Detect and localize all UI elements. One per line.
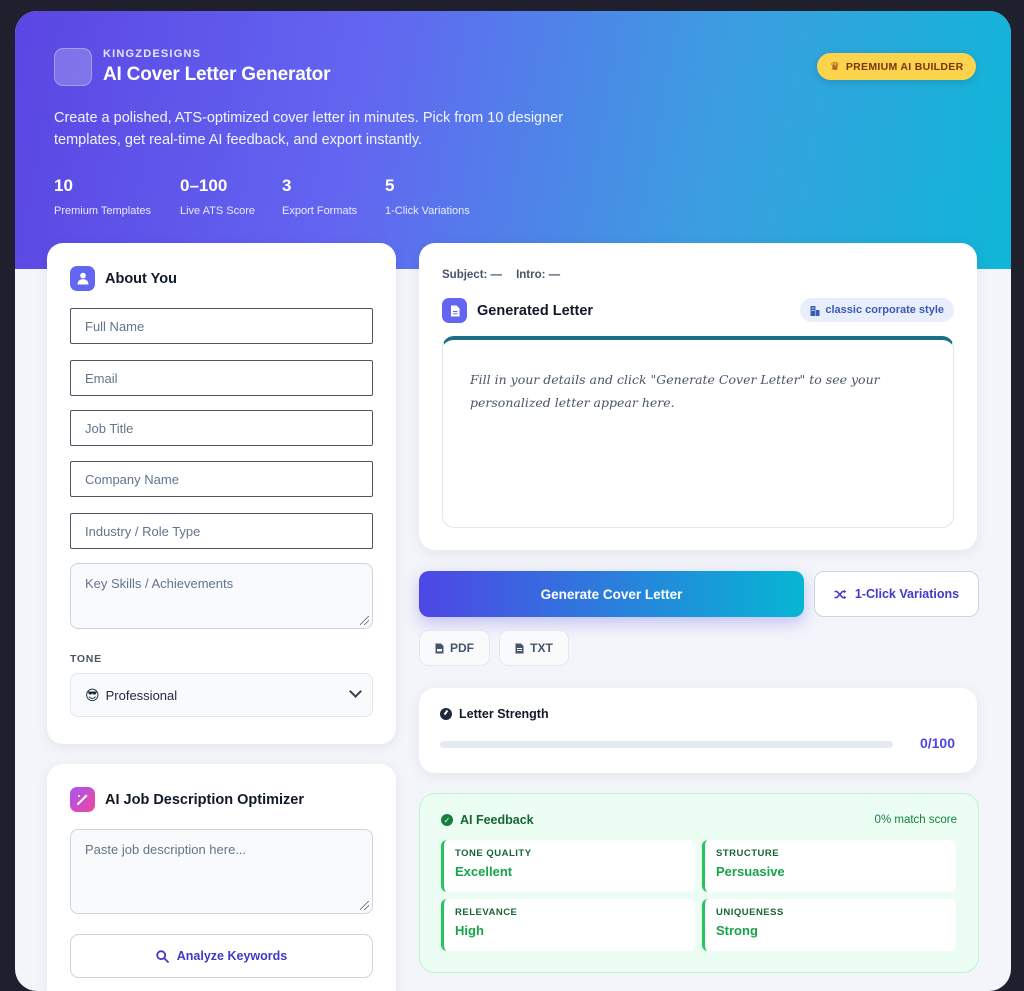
- ai-feedback-header: ✓ AI Feedback: [441, 813, 534, 827]
- resize-handle[interactable]: [360, 616, 369, 625]
- letter-strength-title: Letter Strength: [459, 707, 549, 721]
- stat-export-formats: 3 Export Formats: [282, 176, 357, 217]
- feedback-key: STRUCTURE: [716, 848, 780, 859]
- feedback-key: RELEVANCE: [455, 907, 518, 918]
- about-you-card: About You Full Name Email Job Title Comp…: [47, 243, 396, 744]
- feedback-value: High: [455, 923, 484, 938]
- strength-score: 0/100: [919, 735, 955, 751]
- feedback-value: Persuasive: [716, 864, 785, 879]
- industry-input[interactable]: Industry / Role Type: [70, 513, 373, 549]
- generated-letter-card: Subject: — Intro: — Generated Letter cla…: [419, 243, 977, 550]
- letter-preview: Fill in your details and click "Generate…: [442, 336, 954, 528]
- tone-value: Professional: [105, 687, 178, 703]
- tone-select[interactable]: 😎 Professional: [70, 673, 373, 717]
- stat-value: 10: [54, 176, 73, 195]
- generate-cover-letter-button[interactable]: Generate Cover Letter: [419, 571, 804, 617]
- logo: [54, 48, 92, 86]
- match-score: 0% match score: [874, 814, 957, 826]
- email-input[interactable]: Email: [70, 360, 373, 396]
- job-description-placeholder: Paste job description here...: [85, 842, 247, 857]
- job-title-input[interactable]: Job Title: [70, 410, 373, 446]
- brand-name: KINGZDESIGNS: [103, 48, 202, 60]
- stat-label: Premium Templates: [54, 205, 151, 217]
- style-chip: classic corporate style: [800, 298, 954, 322]
- search-icon: [156, 949, 169, 963]
- hero-description: Create a polished, ATS-optimized cover l…: [54, 110, 564, 148]
- skills-textarea[interactable]: Key Skills / Achievements: [70, 563, 373, 629]
- style-chip-label: classic corporate style: [825, 304, 944, 316]
- pdf-file-icon: [435, 643, 444, 653]
- feedback-tile-relevance: RELEVANCE High: [441, 899, 695, 951]
- text-file-icon: [515, 643, 524, 653]
- user-icon: [70, 266, 95, 291]
- company-name-input[interactable]: Company Name: [70, 461, 373, 497]
- feedback-key: UNIQUENESS: [716, 907, 784, 918]
- feedback-tile-structure: STRUCTURE Persuasive: [702, 840, 956, 892]
- tone-emoji: 😎: [85, 686, 100, 703]
- generated-letter-header: Generated Letter: [442, 298, 593, 323]
- ai-feedback-title: AI Feedback: [460, 813, 534, 827]
- about-you-header: About You: [70, 266, 177, 291]
- intro-label: Intro: —: [516, 269, 561, 281]
- premium-badge-label: PREMIUM AI BUILDER: [845, 60, 964, 73]
- feedback-tile-uniqueness: UNIQUENESS Strong: [702, 899, 956, 951]
- feedback-key: TONE QUALITY: [455, 848, 532, 859]
- feedback-value: Strong: [716, 923, 758, 938]
- stat-label: 1-Click Variations: [385, 205, 470, 217]
- shuffle-icon: [834, 589, 847, 599]
- hero-header: KINGZDESIGNS AI Cover Letter Generator ♛…: [15, 11, 1011, 269]
- document-icon: [442, 298, 467, 323]
- chevron-down-icon: [349, 685, 362, 698]
- export-pdf-label: PDF: [450, 641, 474, 655]
- stat-ats-score: 0–100 Live ATS Score: [180, 176, 255, 217]
- stat-templates: 10 Premium Templates: [54, 176, 151, 217]
- stat-label: Live ATS Score: [180, 205, 255, 217]
- job-description-textarea[interactable]: Paste job description here...: [70, 829, 373, 914]
- strength-progress-bar: [440, 741, 893, 748]
- optimizer-header: AI Job Description Optimizer: [70, 787, 304, 812]
- stat-value: 0–100: [180, 176, 228, 195]
- full-name-input[interactable]: Full Name: [70, 308, 373, 344]
- page-title: AI Cover Letter Generator: [103, 64, 331, 85]
- subject-label: Subject: —: [442, 269, 503, 281]
- stat-label: Export Formats: [282, 205, 358, 217]
- app-window: KINGZDESIGNS AI Cover Letter Generator ♛…: [15, 11, 1011, 991]
- magic-wand-icon: [70, 787, 95, 812]
- variations-label: 1-Click Variations: [854, 587, 960, 601]
- stat-variations: 5 1-Click Variations: [385, 176, 470, 217]
- letter-strength-card: Letter Strength 0/100: [419, 688, 977, 773]
- export-pdf-button[interactable]: PDF: [419, 630, 490, 666]
- ai-feedback-card: ✓ AI Feedback 0% match score TONE QUALIT…: [419, 793, 979, 973]
- analyze-keywords-button[interactable]: Analyze Keywords: [70, 934, 373, 978]
- skills-placeholder: Key Skills / Achievements: [85, 576, 234, 591]
- feedback-value: Excellent: [455, 864, 513, 879]
- feedback-tile-tone: TONE QUALITY Excellent: [441, 840, 695, 892]
- premium-badge: ♛ PREMIUM AI BUILDER: [817, 53, 977, 80]
- building-icon: [810, 305, 820, 316]
- variations-button[interactable]: 1-Click Variations: [814, 571, 979, 617]
- optimizer-title: AI Job Description Optimizer: [105, 791, 304, 808]
- letter-strength-header: Letter Strength: [440, 707, 549, 721]
- export-txt-label: TXT: [530, 641, 553, 655]
- stat-value: 5: [385, 176, 395, 195]
- optimizer-card: AI Job Description Optimizer Paste job d…: [47, 764, 396, 991]
- analyze-keywords-label: Analyze Keywords: [176, 949, 288, 963]
- check-circle-icon: ✓: [441, 814, 453, 826]
- resize-handle[interactable]: [360, 901, 369, 910]
- letter-placeholder: Fill in your details and click "Generate…: [470, 372, 880, 410]
- about-you-title: About You: [105, 270, 177, 287]
- crown-icon: ♛: [830, 61, 840, 73]
- export-txt-button[interactable]: TXT: [499, 630, 569, 666]
- tone-label: TONE: [70, 653, 102, 665]
- generated-letter-title: Generated Letter: [477, 302, 594, 319]
- stat-value: 3: [282, 176, 292, 195]
- gauge-icon: [440, 708, 452, 720]
- letter-meta: Subject: — Intro: —: [442, 269, 560, 281]
